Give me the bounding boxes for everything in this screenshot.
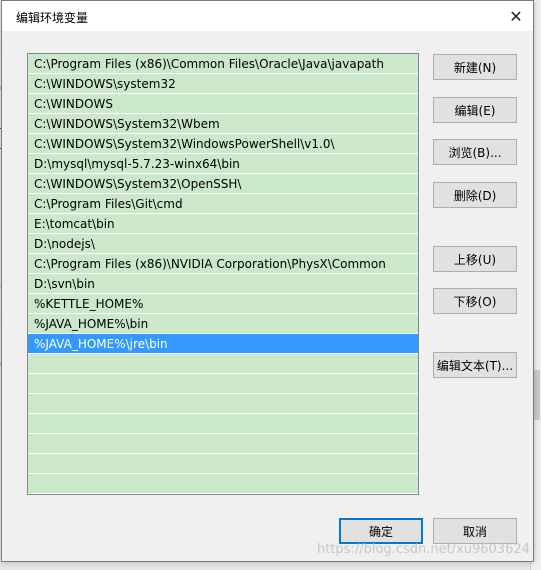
list-item[interactable]: C:\WINDOWS (28, 94, 418, 114)
dialog-title: 编辑环境变量 (16, 11, 89, 25)
list-item[interactable]: D:\svn\bin (28, 274, 418, 294)
list-item[interactable]: E:\tomcat\bin (28, 214, 418, 234)
list-item-empty (28, 354, 418, 374)
background-window-bottom (0, 562, 541, 570)
ok-button[interactable]: 确定 (339, 518, 423, 544)
edit-button[interactable]: 编辑(E) (433, 97, 517, 123)
list-item-empty (28, 434, 418, 454)
list-item[interactable]: C:\WINDOWS\System32\OpenSSH\ (28, 174, 418, 194)
list-item-empty (28, 474, 418, 494)
browse-button[interactable]: 浏览(B)... (433, 139, 517, 165)
list-item[interactable]: D:\mysql\mysql-5.7.23-winx64\bin (28, 154, 418, 174)
list-item-empty (28, 394, 418, 414)
close-icon[interactable]: ✕ (505, 5, 527, 27)
list-item[interactable]: C:\Program Files (x86)\NVIDIA Corporatio… (28, 254, 418, 274)
list-item[interactable]: C:\Program Files\Git\cmd (28, 194, 418, 214)
cancel-button[interactable]: 取消 (433, 518, 517, 544)
path-list[interactable]: C:\Program Files (x86)\Common Files\Orac… (27, 53, 419, 495)
move-up-button[interactable]: 上移(U) (433, 246, 517, 272)
background-scrollbar-thumb[interactable] (534, 370, 540, 420)
list-item[interactable]: %JAVA_HOME%\bin (28, 314, 418, 334)
list-item[interactable]: C:\WINDOWS\System32\Wbem (28, 114, 418, 134)
list-item[interactable]: C:\WINDOWS\System32\WindowsPowerShell\v1… (28, 134, 418, 154)
list-item[interactable]: C:\Program Files (x86)\Common Files\Orac… (28, 54, 418, 74)
move-down-button[interactable]: 下移(O) (433, 288, 517, 314)
new-button[interactable]: 新建(N) (433, 54, 517, 80)
list-item-empty (28, 374, 418, 394)
list-item[interactable]: C:\WINDOWS\system32 (28, 74, 418, 94)
edit-text-button[interactable]: 编辑文本(T)... (433, 352, 517, 378)
dialog-titlebar[interactable]: 编辑环境变量 ✕ (2, 1, 533, 31)
list-item-empty (28, 454, 418, 474)
list-item[interactable]: D:\nodejs\ (28, 234, 418, 254)
delete-button[interactable]: 删除(D) (433, 182, 517, 208)
list-item[interactable]: %KETTLE_HOME% (28, 294, 418, 314)
list-item-empty (28, 414, 418, 434)
edit-env-variable-dialog: 编辑环境变量 ✕ C:\Program Files (x86)\Common F… (1, 0, 534, 562)
list-item[interactable]: %JAVA_HOME%\jre\bin (28, 334, 418, 354)
watermark: https://blog.csdn.net/xu9603624 (317, 542, 530, 557)
